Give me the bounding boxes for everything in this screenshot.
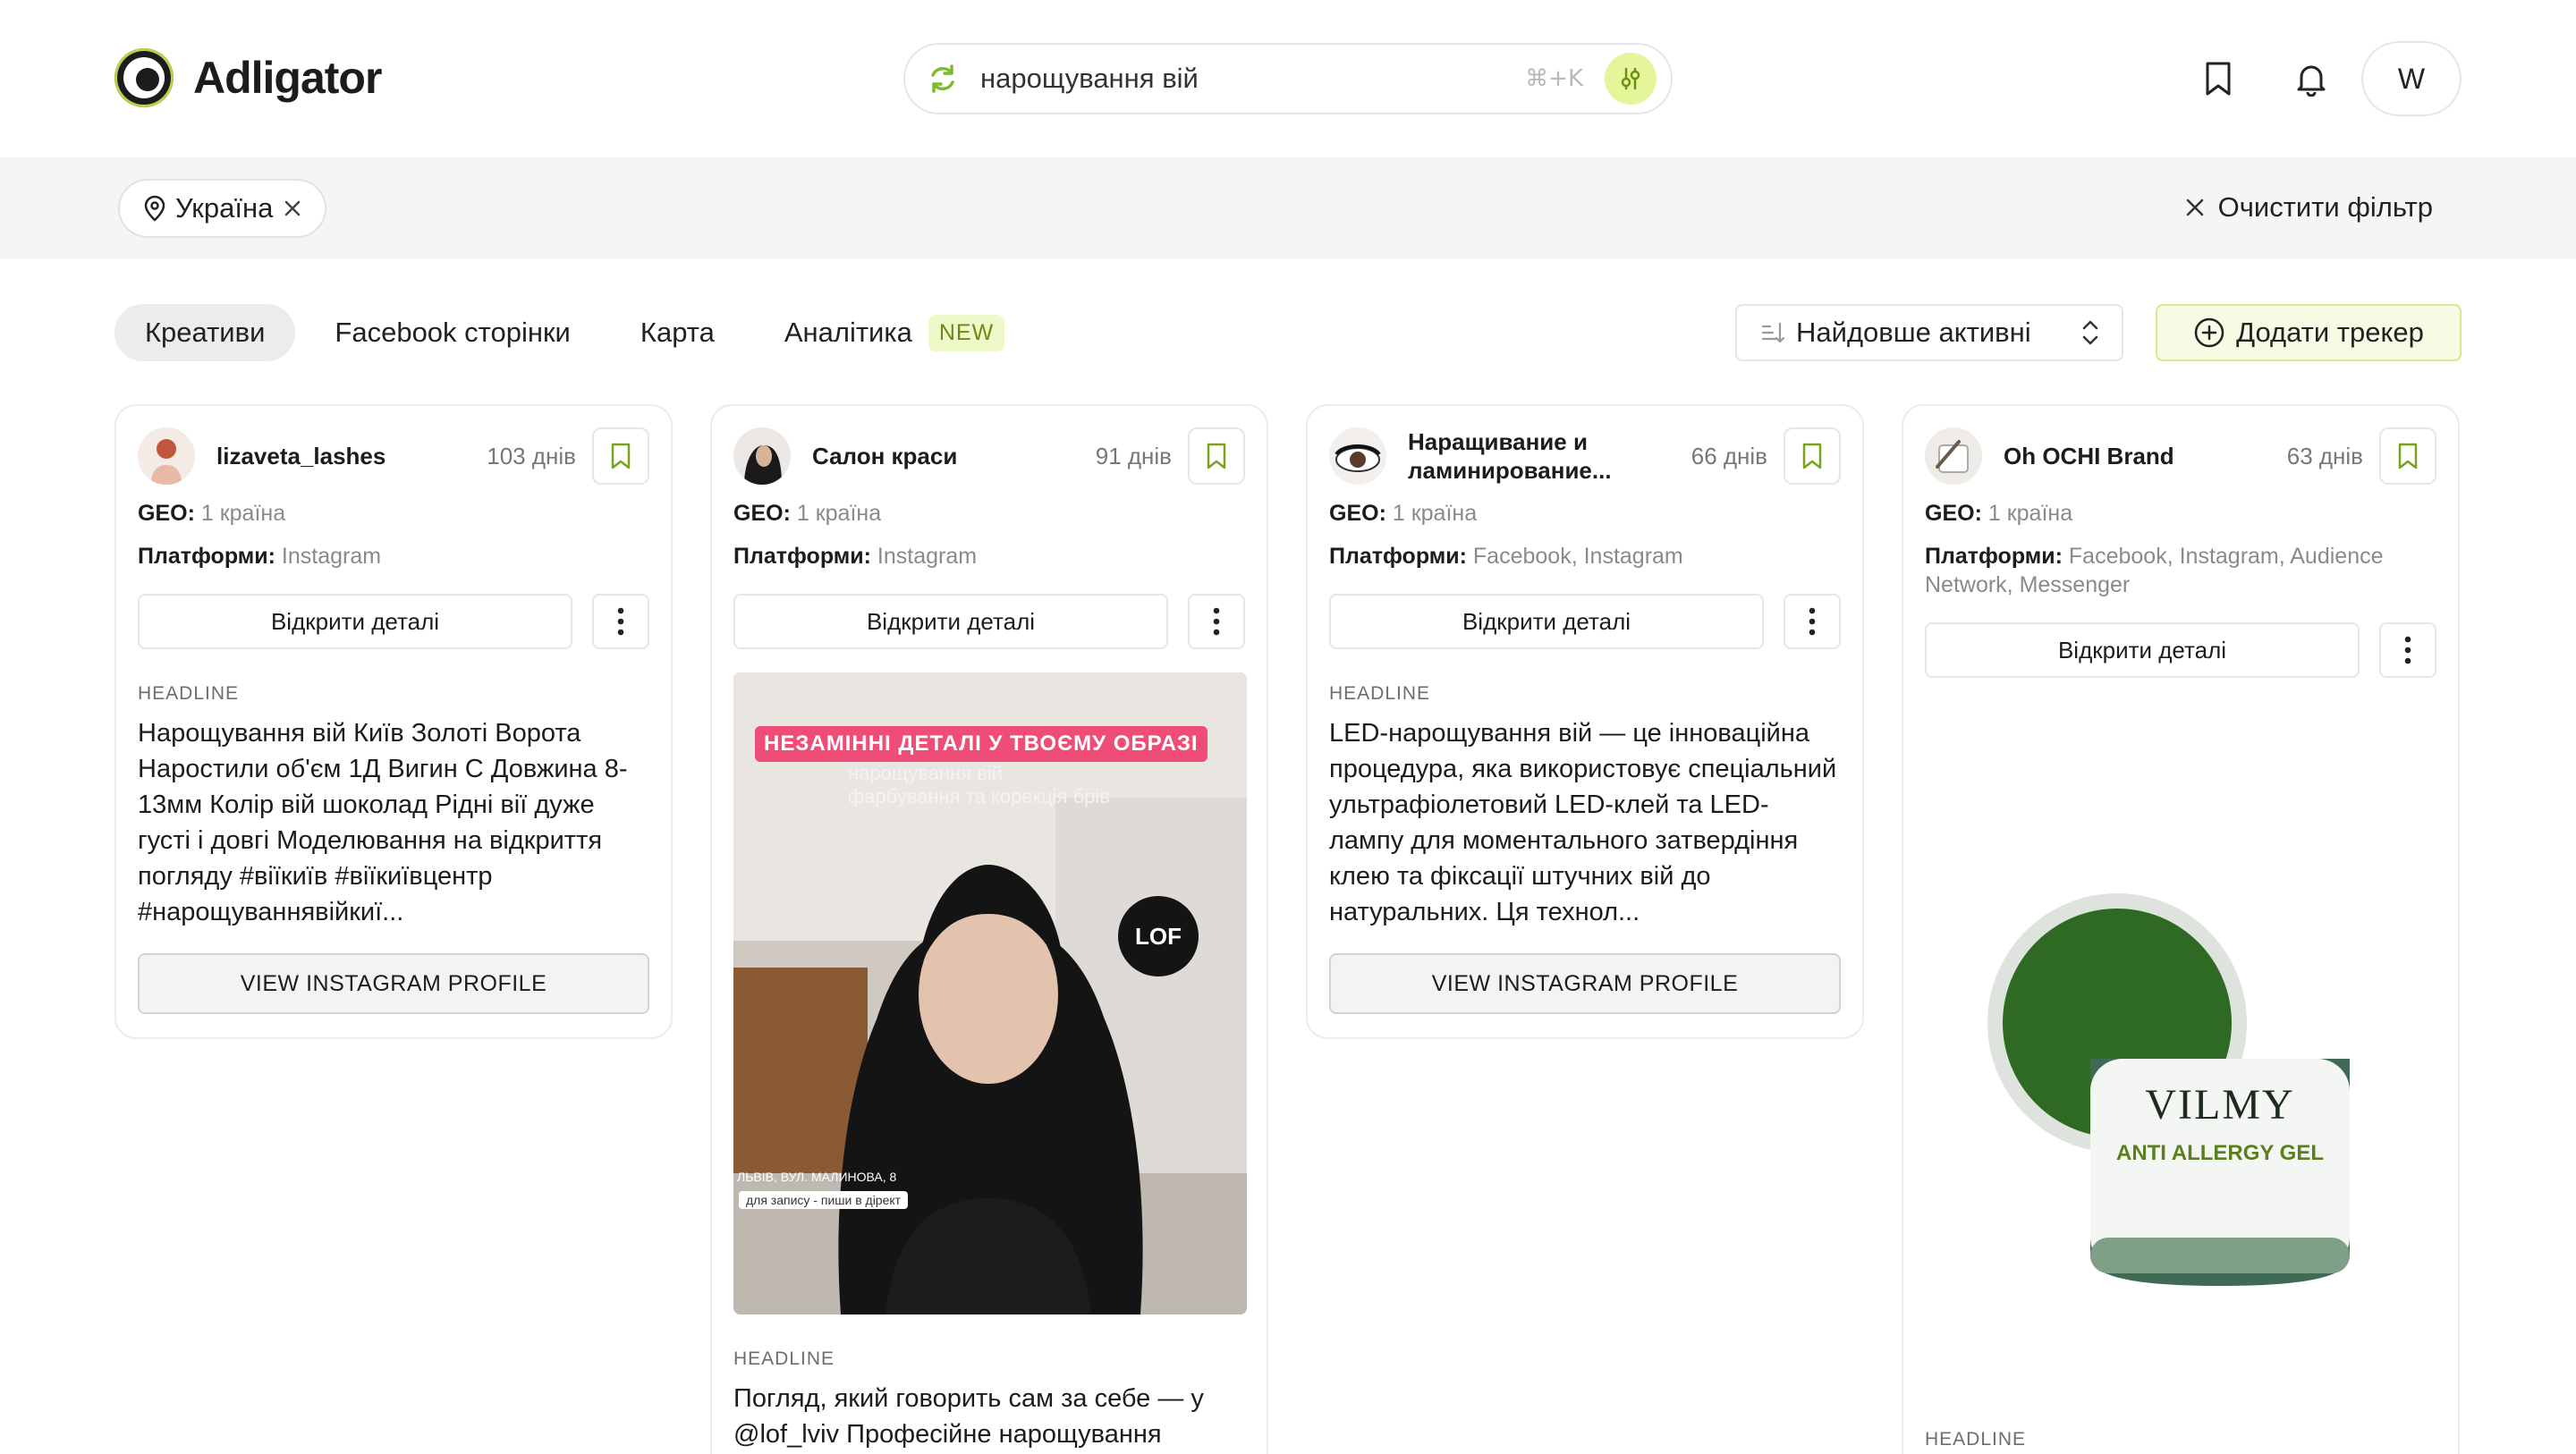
creative-card: lizaveta_lashes 103 днів GEO: 1 країна П… xyxy=(114,404,673,1039)
logo[interactable]: Adligator xyxy=(114,48,382,107)
top-header: Adligator ⌘+K W xyxy=(0,0,2576,157)
sort-dropdown[interactable]: Найдовше активні xyxy=(1735,304,2123,361)
sort-icon xyxy=(1761,322,1785,343)
media-note: для запису - пиши в дірект xyxy=(739,1191,909,1209)
headline-label: HEADLINE xyxy=(138,683,240,704)
clear-filter-label: Очистити фільтр xyxy=(2217,191,2433,223)
media-address: ЛЬВІВ, ВУЛ. МАЛИНОВА, 8 xyxy=(737,1170,897,1184)
plus-circle-icon xyxy=(2194,317,2224,348)
logo-text: Adligator xyxy=(193,53,382,103)
geo-row: GEO: 1 країна xyxy=(733,501,882,526)
headline-text: LED-нарощування вій — це інноваційна про… xyxy=(1329,719,1837,926)
platforms-row: Платформи: Facebook, Instagram, Audience… xyxy=(1925,544,2384,597)
close-icon xyxy=(2186,199,2203,216)
more-options-button[interactable] xyxy=(592,594,649,649)
advertiser-avatar xyxy=(733,427,791,485)
user-avatar[interactable]: W xyxy=(2361,41,2462,116)
add-tracker-label: Додати трекер xyxy=(2236,317,2424,348)
open-details-button[interactable]: Відкрити деталі xyxy=(138,594,572,649)
more-vertical-icon xyxy=(2404,636,2411,664)
creative-card: Oh OCHI Brand 63 днів GEO: 1 країна Плат… xyxy=(1902,404,2460,1454)
sliders-icon xyxy=(1621,67,1640,90)
bookmark-icon xyxy=(2398,443,2418,469)
clear-filter-button[interactable]: Очистити фільтр xyxy=(2184,191,2433,224)
advertiser-avatar xyxy=(138,427,195,485)
refresh-icon[interactable] xyxy=(925,61,961,97)
more-options-button[interactable] xyxy=(2379,622,2436,678)
add-tracker-button[interactable]: Додати трекер xyxy=(2156,304,2462,361)
content-tabs: Креативи Facebook сторінки Карта Аналіти… xyxy=(114,304,1035,361)
platforms-row: Платформи: Instagram xyxy=(138,544,382,569)
tab-facebook-pages[interactable]: Facebook сторінки xyxy=(304,304,600,361)
more-options-button[interactable] xyxy=(1784,594,1841,649)
search-filter-button[interactable] xyxy=(1605,53,1657,105)
close-icon[interactable] xyxy=(282,198,303,219)
location-pin-icon xyxy=(144,195,165,222)
product-name-text: ANTI ALLERGY GEL xyxy=(2115,1141,2324,1165)
more-vertical-icon xyxy=(1809,607,1816,636)
active-days: 103 днів xyxy=(487,442,576,469)
tab-analytics-label: Аналітика xyxy=(784,317,912,348)
active-days: 66 днів xyxy=(1690,442,1767,469)
notifications-button[interactable] xyxy=(2286,54,2336,104)
headline-text: Нарощування вій Київ Золоті Ворота Нарос… xyxy=(138,719,628,926)
bell-icon xyxy=(2297,65,2326,97)
open-details-button[interactable]: Відкрити деталі xyxy=(733,594,1168,649)
bookmark-icon xyxy=(1802,443,1822,469)
headline-text: Погляд, який говорить сам за себе — у @l… xyxy=(733,1384,1204,1449)
bookmark-button[interactable] xyxy=(2379,427,2436,485)
advertiser-name[interactable]: Oh OCHI Brand xyxy=(2004,442,2287,470)
headline-label: HEADLINE xyxy=(733,1348,835,1369)
advertiser-name[interactable]: lizaveta_lashes xyxy=(216,442,487,470)
location-filter-chip[interactable]: Україна xyxy=(118,179,327,238)
tab-creatives[interactable]: Креативи xyxy=(114,304,296,361)
advertiser-avatar xyxy=(1925,427,1982,485)
headline-label: HEADLINE xyxy=(1329,683,1431,704)
bookmark-icon xyxy=(1207,443,1226,469)
active-days: 63 днів xyxy=(2286,442,2363,469)
product-brand-text: VILMY xyxy=(2145,1081,2295,1129)
advertiser-name[interactable]: Салон краси xyxy=(812,442,1096,470)
chevron-updown-icon xyxy=(2082,320,2098,345)
bookmark-icon xyxy=(611,443,631,469)
view-instagram-profile-button[interactable]: VIEW INSTAGRAM PROFILE xyxy=(138,953,649,1014)
platforms-row: Платформи: Facebook, Instagram xyxy=(1329,544,1683,569)
sort-label: Найдовше активні xyxy=(1796,317,2031,348)
new-badge: NEW xyxy=(928,314,1005,351)
filter-bar: Україна Очистити фільтр xyxy=(0,157,2576,259)
tab-map[interactable]: Карта xyxy=(610,304,745,361)
creative-product-image[interactable]: VILMY ANTI ALLERGY GEL xyxy=(1925,701,2438,1416)
geo-row: GEO: 1 країна xyxy=(1329,501,1478,526)
platforms-row: Платформи: Instagram xyxy=(733,544,978,569)
creative-card: Наращивание и ламинирование... 66 днів G… xyxy=(1306,404,1864,1039)
media-banner-text: НЕЗАМІННІ ДЕТАЛІ У ТВОЄМУ ОБРАЗІ xyxy=(755,726,1208,762)
search-shortcut: ⌘+K xyxy=(1525,65,1583,92)
media-subtitle: нарощування вій фарбування та корекція бр… xyxy=(848,762,1110,807)
active-days: 91 днів xyxy=(1095,442,1172,469)
location-chip-label: Україна xyxy=(175,192,274,224)
bookmark-button[interactable] xyxy=(1188,427,1245,485)
bookmark-button[interactable] xyxy=(1784,427,1841,485)
search-input[interactable] xyxy=(980,63,1526,95)
more-options-button[interactable] xyxy=(1188,594,1245,649)
advertiser-name[interactable]: Наращивание и ламинирование... xyxy=(1408,427,1691,485)
more-vertical-icon xyxy=(1213,607,1220,636)
search-bar[interactable]: ⌘+K xyxy=(903,43,1673,114)
open-details-button[interactable]: Відкрити деталі xyxy=(1329,594,1764,649)
logo-eye-icon xyxy=(114,48,174,107)
advertiser-avatar xyxy=(1329,427,1386,485)
bookmark-button[interactable] xyxy=(592,427,649,485)
headline-label: HEADLINE xyxy=(1925,1429,2027,1450)
creative-video-thumbnail[interactable]: НЕЗАМІННІ ДЕТАЛІ У ТВОЄМУ ОБРАЗІ нарощув… xyxy=(733,672,1247,1315)
open-details-button[interactable]: Відкрити деталі xyxy=(1925,622,2360,678)
geo-row: GEO: 1 країна xyxy=(138,501,286,526)
bookmark-icon xyxy=(2206,62,2231,96)
creative-card: Салон краси 91 днів GEO: 1 країна Платфо… xyxy=(710,404,1268,1454)
saved-bookmark-button[interactable] xyxy=(2193,54,2243,104)
salon-logo: LOF xyxy=(1118,896,1199,976)
tab-analytics[interactable]: Аналітика NEW xyxy=(754,304,1035,361)
view-instagram-profile-button[interactable]: VIEW INSTAGRAM PROFILE xyxy=(1329,953,1841,1014)
geo-row: GEO: 1 країна xyxy=(1925,501,2073,526)
more-vertical-icon xyxy=(617,607,624,636)
